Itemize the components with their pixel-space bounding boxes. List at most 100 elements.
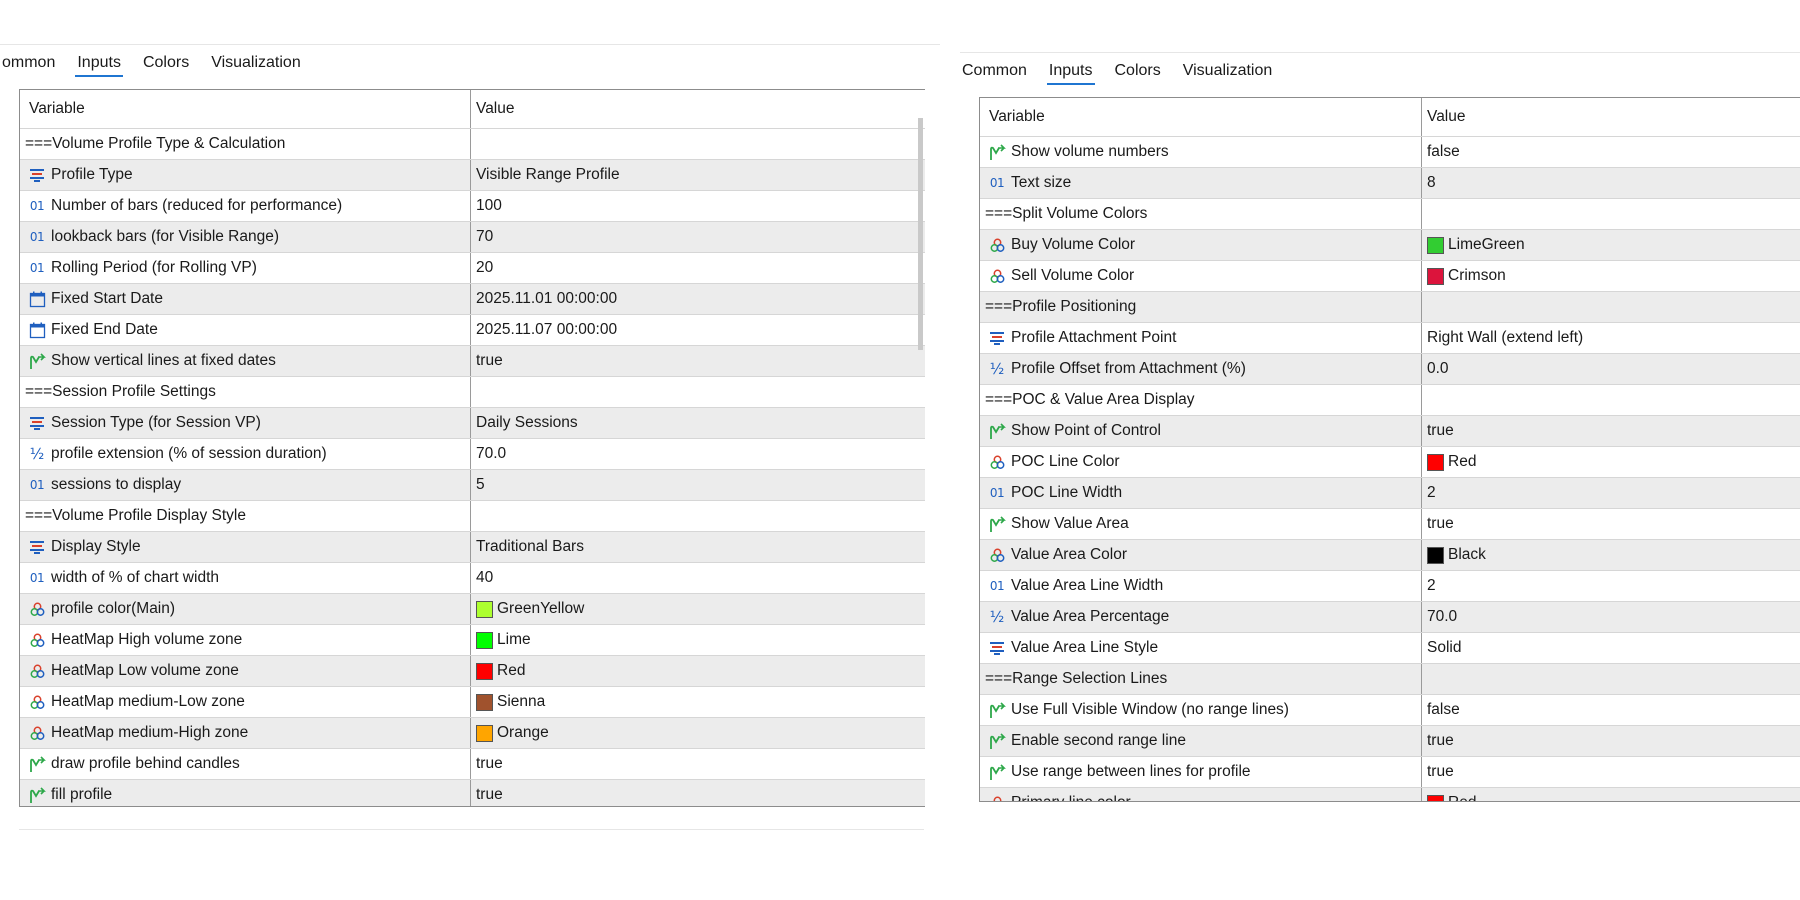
input-row[interactable]: ½ profile extension (% of session duratio… bbox=[20, 438, 925, 469]
variable-column-header[interactable]: Variable bbox=[20, 90, 471, 128]
input-row[interactable]: 01 Text size 8 bbox=[980, 167, 1800, 198]
input-row[interactable]: Show Point of Control true bbox=[980, 415, 1800, 446]
input-row[interactable]: POC Line Color Red bbox=[980, 446, 1800, 477]
section-header-row[interactable]: ===Split Volume Colors bbox=[980, 198, 1800, 229]
input-row[interactable]: 01 sessions to display 5 bbox=[20, 469, 925, 500]
input-row[interactable]: Enable second range line true bbox=[980, 725, 1800, 756]
value-cell[interactable]: true bbox=[471, 346, 925, 376]
input-row[interactable]: Use Full Visible Window (no range lines)… bbox=[980, 694, 1800, 725]
value-cell[interactable]: Red bbox=[1422, 447, 1800, 477]
value-cell[interactable]: 70 bbox=[471, 222, 925, 252]
value-cell[interactable]: true bbox=[471, 780, 925, 806]
value-cell[interactable]: true bbox=[1422, 757, 1800, 787]
input-row[interactable]: Session Type (for Session VP) Daily Sessi… bbox=[20, 407, 925, 438]
color-swatch[interactable] bbox=[476, 600, 493, 618]
value-cell[interactable]: LimeGreen bbox=[1422, 230, 1800, 260]
value-cell[interactable]: 8 bbox=[1422, 168, 1800, 198]
section-header-row[interactable]: ===POC & Value Area Display bbox=[980, 384, 1800, 415]
input-row[interactable]: 01 Value Area Line Width 2 bbox=[980, 570, 1800, 601]
input-row[interactable]: Sell Volume Color Crimson bbox=[980, 260, 1800, 291]
input-row[interactable]: HeatMap medium-High zone Orange bbox=[20, 717, 925, 748]
input-row[interactable]: HeatMap High volume zone Lime bbox=[20, 624, 925, 655]
input-row[interactable]: HeatMap Low volume zone Red bbox=[20, 655, 925, 686]
color-swatch[interactable] bbox=[476, 693, 493, 711]
section-header-row[interactable]: ===Volume Profile Type & Calculation bbox=[20, 128, 925, 159]
value-cell[interactable]: 2025.11.01 00:00:00 bbox=[471, 284, 925, 314]
input-row[interactable]: HeatMap medium-Low zone Sienna bbox=[20, 686, 925, 717]
vertical-scrollbar-thumb[interactable] bbox=[918, 118, 923, 350]
value-cell[interactable]: Crimson bbox=[1422, 261, 1800, 291]
value-cell[interactable]: Solid bbox=[1422, 633, 1800, 663]
value-cell[interactable]: 2 bbox=[1422, 478, 1800, 508]
value-cell[interactable]: false bbox=[1422, 137, 1800, 167]
input-row[interactable]: 01 width of % of chart width 40 bbox=[20, 562, 925, 593]
input-row[interactable]: Show volume numbers false bbox=[980, 136, 1800, 167]
input-row[interactable]: profile color(Main) GreenYellow bbox=[20, 593, 925, 624]
value-cell[interactable]: false bbox=[1422, 695, 1800, 725]
value-cell[interactable]: Orange bbox=[471, 718, 925, 748]
color-swatch[interactable] bbox=[1427, 267, 1444, 285]
tab-colors[interactable]: Colors bbox=[141, 54, 191, 77]
value-cell[interactable]: true bbox=[1422, 416, 1800, 446]
value-cell[interactable]: Daily Sessions bbox=[471, 408, 925, 438]
tab-inputs[interactable]: Inputs bbox=[75, 54, 123, 77]
value-cell[interactable]: Sienna bbox=[471, 687, 925, 717]
value-cell[interactable]: 2025.11.07 00:00:00 bbox=[471, 315, 925, 345]
color-swatch[interactable] bbox=[1427, 236, 1444, 254]
input-row[interactable]: Value Area Color Black bbox=[980, 539, 1800, 570]
input-row[interactable]: draw profile behind candles true bbox=[20, 748, 925, 779]
input-row[interactable]: ½ Value Area Percentage 70.0 bbox=[980, 601, 1800, 632]
value-cell[interactable]: 5 bbox=[471, 470, 925, 500]
input-row[interactable]: Fixed End Date 2025.11.07 00:00:00 bbox=[20, 314, 925, 345]
value-cell[interactable]: 2 bbox=[1422, 571, 1800, 601]
value-cell[interactable]: true bbox=[471, 749, 925, 779]
input-row[interactable]: 01 lookback bars (for Visible Range) 70 bbox=[20, 221, 925, 252]
tab-common[interactable]: ommon bbox=[0, 54, 57, 77]
input-row[interactable]: Profile Type Visible Range Profile bbox=[20, 159, 925, 190]
value-cell[interactable]: Lime bbox=[471, 625, 925, 655]
section-header-row[interactable]: ===Profile Positioning bbox=[980, 291, 1800, 322]
value-cell[interactable]: 20 bbox=[471, 253, 925, 283]
input-row[interactable]: Display Style Traditional Bars bbox=[20, 531, 925, 562]
value-cell[interactable]: Black bbox=[1422, 540, 1800, 570]
value-cell[interactable]: Red bbox=[1422, 788, 1800, 801]
color-swatch[interactable] bbox=[1427, 794, 1444, 801]
color-swatch[interactable] bbox=[476, 724, 493, 742]
value-cell[interactable]: 40 bbox=[471, 563, 925, 593]
color-swatch[interactable] bbox=[476, 631, 493, 649]
color-swatch[interactable] bbox=[476, 662, 493, 680]
value-column-header[interactable]: Value bbox=[471, 90, 925, 128]
color-swatch[interactable] bbox=[1427, 453, 1444, 471]
input-row[interactable]: Show Value Area true bbox=[980, 508, 1800, 539]
input-row[interactable]: Buy Volume Color LimeGreen bbox=[980, 229, 1800, 260]
input-row[interactable]: 01 POC Line Width 2 bbox=[980, 477, 1800, 508]
tab-common[interactable]: Common bbox=[960, 62, 1029, 85]
section-header-row[interactable]: ===Volume Profile Display Style bbox=[20, 500, 925, 531]
value-cell[interactable]: true bbox=[1422, 726, 1800, 756]
section-header-row[interactable]: ===Session Profile Settings bbox=[20, 376, 925, 407]
input-row[interactable]: Profile Attachment Point Right Wall (exte… bbox=[980, 322, 1800, 353]
tab-inputs[interactable]: Inputs bbox=[1046, 62, 1095, 85]
value-cell[interactable]: 100 bbox=[471, 191, 925, 221]
input-row[interactable]: fill profile true bbox=[20, 779, 925, 806]
tab-visualization[interactable]: Visualization bbox=[1181, 62, 1275, 85]
input-row[interactable]: ½ Profile Offset from Attachment (%) 0.0 bbox=[980, 353, 1800, 384]
section-header-row[interactable]: ===Range Selection Lines bbox=[980, 663, 1800, 694]
value-cell[interactable]: true bbox=[1422, 509, 1800, 539]
input-row[interactable]: 01 Rolling Period (for Rolling VP) 20 bbox=[20, 252, 925, 283]
value-cell[interactable]: Visible Range Profile bbox=[471, 160, 925, 190]
input-row[interactable]: 01 Number of bars (reduced for performanc… bbox=[20, 190, 925, 221]
input-row[interactable]: Use range between lines for profile true bbox=[980, 756, 1800, 787]
value-cell[interactable]: 70.0 bbox=[1422, 602, 1800, 632]
value-cell[interactable]: Red bbox=[471, 656, 925, 686]
value-cell[interactable]: GreenYellow bbox=[471, 594, 925, 624]
input-row[interactable]: Value Area Line Style Solid bbox=[980, 632, 1800, 663]
tab-colors[interactable]: Colors bbox=[1113, 62, 1163, 85]
input-row[interactable]: Show vertical lines at fixed dates true bbox=[20, 345, 925, 376]
value-cell[interactable]: 0.0 bbox=[1422, 354, 1800, 384]
variable-column-header[interactable]: Variable bbox=[980, 98, 1422, 136]
value-cell[interactable]: Traditional Bars bbox=[471, 532, 925, 562]
color-swatch[interactable] bbox=[1427, 546, 1444, 564]
value-column-header[interactable]: Value bbox=[1422, 98, 1800, 136]
value-cell[interactable]: 70.0 bbox=[471, 439, 925, 469]
